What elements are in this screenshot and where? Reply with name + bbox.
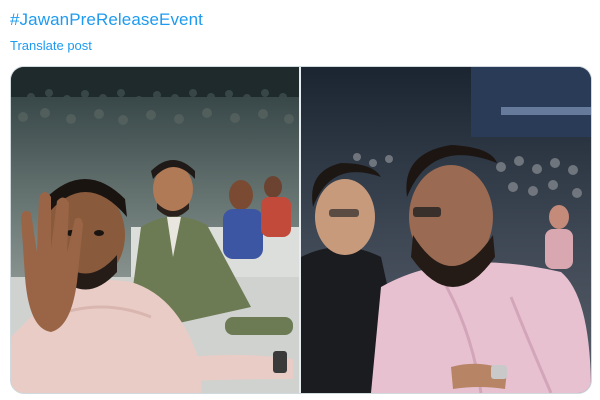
tweet-post: #JawanPreReleaseEvent Translate post [0,0,600,400]
photo-left-illustration [11,67,299,393]
hashtag-link[interactable]: #JawanPreReleaseEvent [10,10,203,30]
media-grid [10,66,592,394]
photo-right-illustration [301,67,591,393]
translate-post-link[interactable]: Translate post [10,38,92,53]
photo-two-men-embracing[interactable] [301,67,591,393]
photo-stadium-audience-waving[interactable] [11,67,299,393]
